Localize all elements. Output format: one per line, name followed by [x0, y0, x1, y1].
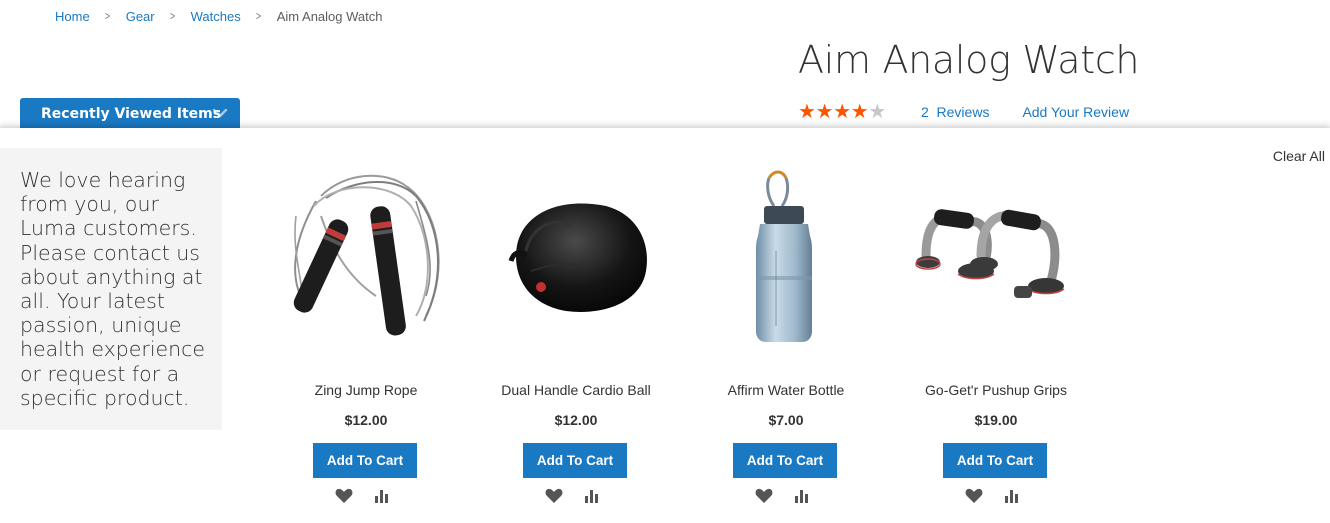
chevron-right-icon: >: [104, 9, 110, 23]
rating-stars: ★ ★ ★ ★ ★: [798, 102, 886, 122]
contact-promo-block: We love hearing from you, our Luma custo…: [0, 148, 222, 430]
product-price: $12.00: [344, 412, 388, 428]
star-icon: ★: [850, 101, 869, 123]
compare-icon[interactable]: [793, 487, 811, 505]
product-name[interactable]: Zing Jump Rope: [256, 382, 476, 398]
product-rating: ★ ★ ★ ★ ★ 2 Reviews Add Your Review: [798, 102, 1129, 122]
breadcrumb-home[interactable]: Home: [55, 9, 90, 24]
jump-rope-image[interactable]: [276, 156, 456, 346]
product-price: $7.00: [768, 412, 804, 428]
product-card: Affirm Water Bottle $7.00 Add To Cart: [696, 156, 876, 516]
breadcrumb-gear[interactable]: Gear: [126, 9, 155, 24]
star-icon: ★: [815, 101, 834, 123]
product-card: Dual Handle Cardio Ball $12.00 Add To Ca…: [486, 156, 666, 516]
contact-promo-text: We love hearing from you, our Luma custo…: [20, 168, 206, 410]
add-review-link[interactable]: Add Your Review: [1022, 104, 1129, 120]
product-name[interactable]: Dual Handle Cardio Ball: [466, 382, 686, 398]
clear-all-link[interactable]: Clear All: [1273, 148, 1325, 164]
product-actions: [755, 487, 811, 505]
star-icon: ★: [798, 101, 816, 123]
product-price: $12.00: [554, 412, 598, 428]
compare-icon[interactable]: [1003, 487, 1021, 505]
star-icon: ★: [868, 101, 887, 123]
heart-icon[interactable]: [335, 487, 353, 505]
product-name[interactable]: Go-Get'r Pushup Grips: [886, 382, 1106, 398]
add-to-cart-button[interactable]: Add To Cart: [943, 443, 1047, 478]
reviews-link[interactable]: 2 Reviews: [921, 104, 989, 120]
breadcrumb-watches[interactable]: Watches: [191, 9, 241, 24]
chevron-right-icon: >: [169, 9, 175, 23]
pushup-grips-image[interactable]: [906, 156, 1086, 346]
product-actions: [545, 487, 601, 505]
page-title: Aim Analog Watch: [798, 38, 1140, 82]
product-name[interactable]: Affirm Water Bottle: [676, 382, 896, 398]
heart-icon[interactable]: [965, 487, 983, 505]
chevron-right-icon: >: [255, 9, 261, 23]
add-to-cart-button[interactable]: Add To Cart: [523, 443, 627, 478]
product-card: Zing Jump Rope $12.00 Add To Cart: [276, 156, 456, 516]
star-icon: ★: [833, 101, 852, 123]
add-to-cart-button[interactable]: Add To Cart: [313, 443, 417, 478]
product-card: Go-Get'r Pushup Grips $19.00 Add To Cart: [906, 156, 1086, 516]
heart-icon[interactable]: [755, 487, 773, 505]
cardio-ball-image[interactable]: [486, 156, 666, 346]
breadcrumb: Home > Gear > Watches > Aim Analog Watch: [55, 8, 382, 24]
product-price: $19.00: [974, 412, 1018, 428]
chevron-down-icon: [212, 108, 228, 118]
breadcrumb-current: Aim Analog Watch: [276, 8, 383, 24]
add-to-cart-button[interactable]: Add To Cart: [733, 443, 837, 478]
heart-icon[interactable]: [545, 487, 563, 505]
water-bottle-image[interactable]: [696, 156, 876, 346]
recently-viewed-label: Recently Viewed Items: [41, 106, 222, 122]
compare-icon[interactable]: [583, 487, 601, 505]
compare-icon[interactable]: [373, 487, 391, 505]
product-actions: [335, 487, 391, 505]
product-actions: [965, 487, 1021, 505]
